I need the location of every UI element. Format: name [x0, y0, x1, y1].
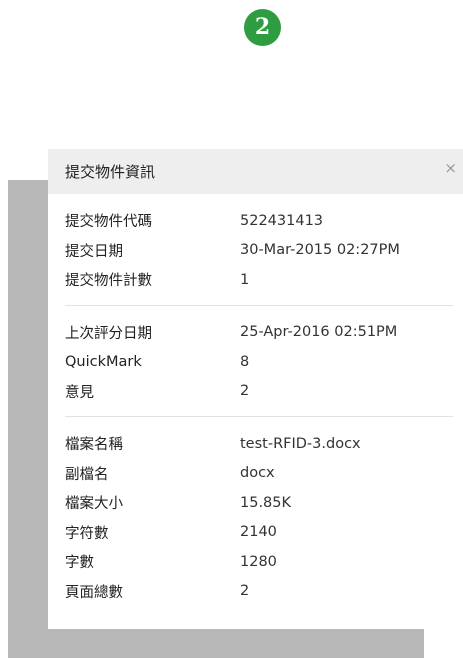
submission-section: 提交物件代碼 522431413 提交日期 30-Mar-2015 02:27P… — [65, 194, 453, 306]
row-label: 提交物件計數 — [65, 273, 152, 290]
file-section: 檔案名稱 test-RFID-3.docx 副檔名 docx 檔案大小 15.8… — [65, 417, 453, 616]
row-label: 意見 — [65, 384, 94, 401]
step-number-badge: 2 — [244, 9, 281, 46]
row-label: 字符數 — [65, 525, 109, 542]
info-row-submission-id: 提交物件代碼 522431413 — [65, 206, 453, 236]
row-label: 檔案名稱 — [65, 437, 123, 454]
row-value: 15.85K — [240, 494, 292, 511]
row-value: 1280 — [240, 553, 277, 570]
screen: 2 提交物件資訊 × 提交物件代碼 522431413 提交日期 30-Mar-… — [0, 0, 463, 659]
info-row-last-graded: 上次評分日期 25-Apr-2016 02:51PM — [65, 318, 453, 348]
dialog-title: 提交物件資訊 — [65, 163, 156, 181]
row-value: 2 — [240, 583, 250, 600]
row-value: 2 — [240, 383, 250, 400]
row-value: 1 — [240, 271, 250, 288]
row-label: 頁面總數 — [65, 584, 123, 601]
info-row-page-count: 頁面總數 2 — [65, 577, 453, 607]
row-label: 副檔名 — [65, 466, 109, 483]
grading-section: 上次評分日期 25-Apr-2016 02:51PM QuickMark 8 意… — [65, 306, 453, 417]
row-value: 30-Mar-2015 02:27PM — [240, 242, 400, 259]
dialog-header: 提交物件資訊 × — [48, 149, 463, 194]
row-label: 上次評分日期 — [65, 325, 152, 342]
row-label: QuickMark — [65, 353, 142, 370]
info-row-submission-date: 提交日期 30-Mar-2015 02:27PM — [65, 236, 453, 266]
row-value: 522431413 — [240, 212, 324, 229]
row-value: 25-Apr-2016 02:51PM — [240, 324, 398, 341]
row-value: docx — [240, 465, 275, 482]
row-label: 檔案大小 — [65, 496, 123, 513]
info-row-quickmark: QuickMark 8 — [65, 347, 453, 377]
row-label: 提交日期 — [65, 243, 123, 260]
info-row-file-size: 檔案大小 15.85K — [65, 488, 453, 518]
info-row-comments: 意見 2 — [65, 377, 453, 407]
info-row-submission-count: 提交物件計數 1 — [65, 265, 453, 295]
info-row-character-count: 字符數 2140 — [65, 518, 453, 548]
close-icon[interactable]: × — [444, 159, 457, 177]
row-label: 提交物件代碼 — [65, 214, 152, 231]
row-value: 8 — [240, 353, 250, 370]
row-value: test-RFID-3.docx — [240, 435, 361, 452]
row-label: 字數 — [65, 555, 94, 572]
info-row-file-name: 檔案名稱 test-RFID-3.docx — [65, 429, 453, 459]
row-value: 2140 — [240, 524, 277, 541]
submission-info-dialog: 提交物件資訊 × 提交物件代碼 522431413 提交日期 30-Mar-20… — [48, 149, 463, 629]
info-row-file-extension: 副檔名 docx — [65, 459, 453, 489]
info-row-word-count: 字數 1280 — [65, 547, 453, 577]
